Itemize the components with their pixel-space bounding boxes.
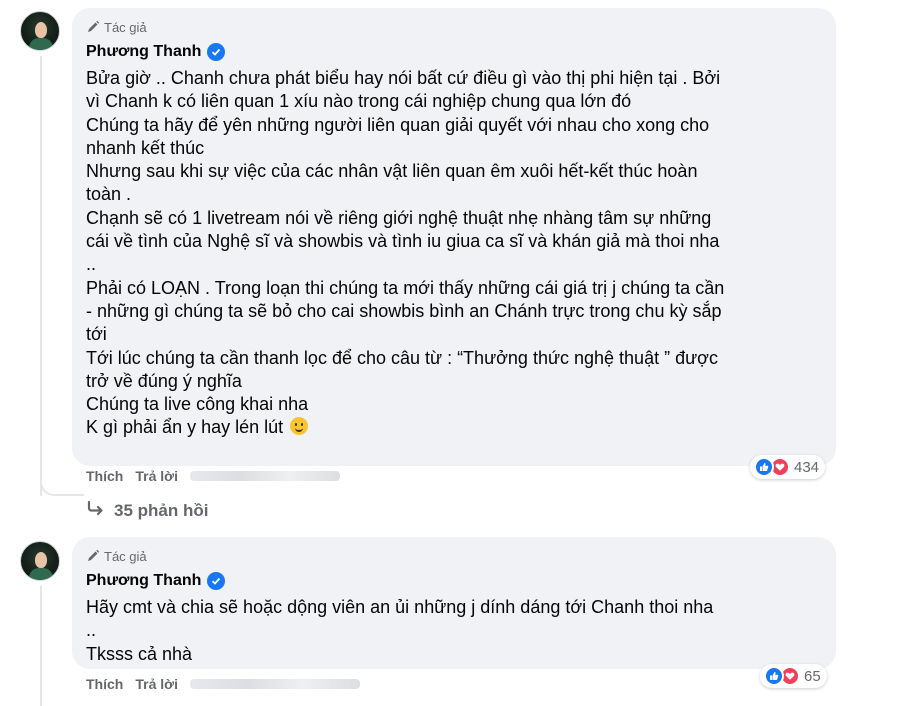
reaction-count: 434	[794, 458, 820, 476]
verified-badge-icon	[207, 572, 226, 590]
comment-line: tới	[86, 324, 107, 345]
thread-line-2	[40, 586, 42, 706]
comment-line: ..	[86, 254, 97, 275]
comment-line: toàn .	[86, 184, 132, 205]
like-icon	[754, 457, 774, 477]
comment-line: Phải có LOẠN . Trong loạn thi chúng ta m…	[86, 277, 725, 298]
comment-line: Hãy cmt và chia sẽ hoặc dộng viên an ủi …	[86, 597, 714, 617]
comment-line: Tksss cả nhà	[86, 643, 193, 664]
comment-line: Nhưng sau khi sự việc của các nhân vật l…	[86, 161, 698, 182]
author-name[interactable]: Phương Thanh	[86, 43, 201, 61]
author-avatar[interactable]	[20, 541, 60, 581]
comment-line: Chạnh sẽ có 1 livetream nói về riêng giớ…	[86, 207, 712, 228]
reply-arrow-icon	[86, 500, 106, 521]
comment-bubble: Tác giả Phương Thanh Bửa giờ .. Chanh ch…	[72, 8, 836, 466]
comment-line: trở về đúng ý nghĩa	[86, 370, 242, 391]
comment-line-last: K gì phải ẩn y hay lén lút	[86, 416, 822, 439]
like-icon	[764, 666, 784, 686]
reply-button[interactable]: Trả lời	[135, 676, 178, 692]
comment-text: Hãy cmt và chia sẽ hoặc dộng viên an ủi …	[86, 596, 822, 666]
reaction-icons	[764, 666, 800, 686]
comment-line: cái về tình của Nghệ sĩ và showbis và tì…	[86, 231, 720, 252]
comment-line: Bửa giờ .. Chanh chưa phát biểu hay nói …	[86, 68, 721, 88]
author-tag-label: Tác giả	[104, 19, 147, 35]
smile-emoji-icon	[290, 417, 309, 436]
thread-connector	[40, 470, 84, 496]
comment-line: ..	[86, 620, 97, 641]
author-badge: Tác giả	[86, 18, 822, 36]
reaction-icons	[754, 457, 790, 477]
avatar-body	[29, 568, 53, 580]
verified-badge-icon	[207, 43, 226, 61]
comment-bubble: Tác giả Phương Thanh Hãy cmt và chia sẽ …	[72, 537, 836, 669]
comment-text: Bửa giờ .. Chanh chưa phát biểu hay nói …	[86, 67, 822, 440]
reaction-summary[interactable]: 434	[750, 455, 826, 479]
comment-actions: Thích Trả lời	[86, 468, 340, 484]
comment-line: - những gì chúng ta sẽ bỏ cho cai showbi…	[86, 300, 722, 321]
comment-line: Chúng ta hãy để yên những người liên qua…	[86, 114, 710, 135]
comment-line: Tới lúc chúng ta cần thanh lọc để cho câ…	[86, 347, 718, 368]
view-replies-link[interactable]: 35 phản hồi	[86, 500, 208, 521]
comment-timestamp[interactable]	[189, 471, 340, 481]
comment-timestamp[interactable]	[189, 679, 360, 689]
pen-icon	[86, 549, 100, 563]
comment-line-text: K gì phải ẩn y hay lén lút	[86, 417, 284, 438]
reply-button[interactable]: Trả lời	[135, 468, 178, 484]
like-button[interactable]: Thích	[86, 468, 123, 484]
comment-actions: Thích Trả lời	[86, 676, 360, 692]
author-badge: Tác giả	[86, 547, 822, 565]
author-name[interactable]: Phương Thanh	[86, 572, 201, 590]
thread-line	[40, 56, 42, 496]
avatar-body	[29, 38, 53, 50]
reaction-count: 65	[804, 667, 821, 685]
like-button[interactable]: Thích	[86, 676, 123, 692]
pen-icon	[86, 20, 100, 34]
author-avatar[interactable]	[20, 11, 60, 51]
author-tag-label: Tác giả	[104, 548, 147, 564]
comment-line: Chúng ta live công khai nha	[86, 394, 309, 415]
avatar-face	[35, 552, 47, 568]
comment-line: vì Chanh k có liên quan 1 xíu nào trong …	[86, 91, 632, 112]
replies-count-label: 35 phản hồi	[114, 500, 209, 520]
reaction-summary[interactable]: 65	[760, 664, 827, 688]
avatar-face	[35, 22, 47, 38]
comment-line: nhanh kết thúc	[86, 137, 205, 158]
